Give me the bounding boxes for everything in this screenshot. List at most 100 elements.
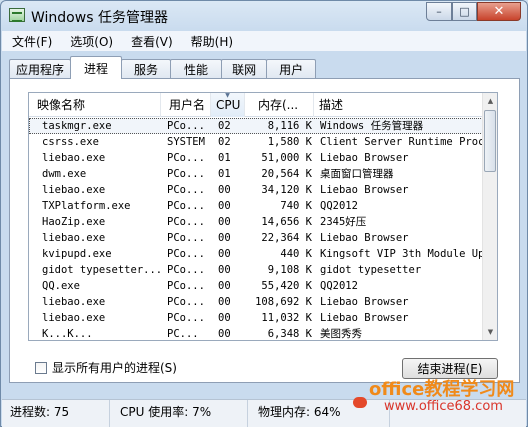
cell-cpu: 00: [218, 328, 231, 340]
cell-image-name: dwm.exe: [42, 168, 87, 180]
menu-help[interactable]: 帮助(H): [191, 33, 233, 50]
close-button[interactable]: ✕: [477, 2, 521, 21]
table-header: 映像名称 用户名 ▼ CPU 内存(... 描述: [29, 93, 483, 117]
menu-options[interactable]: 选项(O): [70, 33, 113, 50]
tab-processes[interactable]: 进程: [70, 56, 123, 79]
cell-user-name: PC...: [167, 328, 199, 340]
process-rows: taskmgr.exe PCo... 02 8,116 K Windows 任务管理器 c…: [29, 118, 483, 340]
tab-services[interactable]: 服务: [121, 59, 172, 79]
cell-cpu: 00: [218, 200, 231, 212]
window-title: Windows 任务管理器: [31, 10, 168, 26]
watermark-url: www.office68.com: [384, 399, 503, 414]
minimize-icon: –: [436, 5, 442, 18]
vertical-scrollbar[interactable]: ▲ ▼: [482, 93, 497, 340]
scroll-thumb[interactable]: [484, 110, 496, 172]
cell-user-name: PCo...: [167, 312, 205, 324]
watermark-logo-icon: [353, 397, 367, 408]
cell-description: Liebao Browser: [320, 312, 409, 324]
cell-memory: 6,348 K: [267, 328, 312, 340]
cell-image-name: K...K...: [42, 328, 93, 340]
show-all-users-checkbox[interactable]: [35, 361, 47, 374]
cell-image-name: liebao.exe: [42, 184, 106, 196]
cell-user-name: PCo...: [167, 264, 205, 276]
column-cpu-label: CPU: [216, 98, 241, 112]
cell-memory: 11,032 K: [261, 312, 312, 324]
table-row[interactable]: gidot typesetter... PCo... 00 9,108 K gidot …: [29, 262, 483, 278]
table-row[interactable]: liebao.exe PCo... 00 11,032 K Liebao Browser: [29, 310, 483, 326]
title-bar[interactable]: Windows 任务管理器 – □ ✕: [1, 1, 527, 31]
menu-bar: 文件(F) 选项(O) 查看(V) 帮助(H): [2, 31, 526, 51]
scroll-down-icon[interactable]: ▼: [483, 324, 497, 340]
cell-memory: 1,580 K: [267, 136, 312, 148]
cell-description: Windows 任务管理器: [320, 120, 424, 132]
cell-description: Liebao Browser: [320, 296, 409, 308]
table-row[interactable]: liebao.exe PCo... 00 22,364 K Liebao Browser: [29, 230, 483, 246]
cell-description: Liebao Browser: [320, 184, 409, 196]
cell-description: Liebao Browser: [320, 232, 409, 244]
cell-image-name: HaoZip.exe: [42, 216, 106, 228]
tab-applications[interactable]: 应用程序: [9, 59, 72, 79]
cell-user-name: PCo...: [167, 216, 205, 228]
cell-memory: 14,656 K: [261, 216, 312, 228]
cell-image-name: liebao.exe: [42, 312, 106, 324]
cell-cpu: 00: [218, 184, 231, 196]
cell-memory: 740 K: [280, 200, 312, 212]
scroll-up-icon[interactable]: ▲: [483, 93, 497, 109]
column-cpu[interactable]: ▼ CPU: [211, 93, 245, 117]
cell-memory: 9,108 K: [267, 264, 312, 276]
table-row[interactable]: dwm.exe PCo... 01 20,564 K 桌面窗口管理器: [29, 166, 483, 182]
column-description[interactable]: 描述: [314, 93, 483, 117]
process-list[interactable]: 映像名称 用户名 ▼ CPU 内存(... 描述 taskmgr.exe PCo.…: [28, 92, 498, 341]
cell-user-name: PCo...: [167, 120, 205, 132]
maximize-button[interactable]: □: [452, 2, 477, 21]
cell-cpu: 01: [218, 152, 231, 164]
cell-description: 2345好压: [320, 216, 367, 228]
tab-users[interactable]: 用户: [266, 59, 317, 79]
cell-cpu: 02: [218, 136, 231, 148]
table-row[interactable]: TXPlatform.exe PCo... 00 740 K QQ2012: [29, 198, 483, 214]
cell-memory: 8,116 K: [267, 120, 312, 132]
cell-cpu: 01: [218, 168, 231, 180]
menu-file[interactable]: 文件(F): [12, 33, 52, 50]
window-controls: – □ ✕: [426, 2, 521, 21]
cell-image-name: liebao.exe: [42, 296, 106, 308]
close-icon: ✕: [493, 4, 505, 19]
minimize-button[interactable]: –: [426, 2, 452, 21]
show-all-users-option[interactable]: 显示所有用户的进程(S): [35, 359, 177, 376]
cell-user-name: PCo...: [167, 152, 205, 164]
table-row[interactable]: csrss.exe SYSTEM 02 1,580 K Client Server Ru…: [29, 134, 483, 150]
cell-image-name: liebao.exe: [42, 152, 106, 164]
cell-user-name: PCo...: [167, 280, 205, 292]
table-row[interactable]: HaoZip.exe PCo... 00 14,656 K 2345好压: [29, 214, 483, 230]
sort-descending-icon: ▼: [225, 93, 230, 99]
column-user-name[interactable]: 用户名: [161, 93, 211, 117]
menu-view[interactable]: 查看(V): [131, 33, 173, 50]
table-row[interactable]: K...K... PC... 00 6,348 K 美图秀秀: [29, 326, 483, 340]
cell-cpu: 00: [218, 280, 231, 292]
table-row[interactable]: liebao.exe PCo... 01 51,000 K Liebao Browser: [29, 150, 483, 166]
cell-memory: 55,420 K: [261, 280, 312, 292]
status-cpu-usage: CPU 使用率: 7%: [112, 400, 248, 427]
tab-networking[interactable]: 联网: [221, 59, 268, 79]
table-row[interactable]: liebao.exe PCo... 00 108,692 K Liebao Browse…: [29, 294, 483, 310]
table-row[interactable]: taskmgr.exe PCo... 02 8,116 K Windows 任务管理器: [29, 118, 483, 134]
table-row[interactable]: liebao.exe PCo... 00 34,120 K Liebao Browser: [29, 182, 483, 198]
cell-cpu: 02: [218, 120, 231, 132]
cell-memory: 22,364 K: [261, 232, 312, 244]
cell-image-name: kvipupd.exe: [42, 248, 112, 260]
tab-performance[interactable]: 性能: [170, 59, 223, 79]
cell-user-name: PCo...: [167, 200, 205, 212]
table-row[interactable]: QQ.exe PCo... 00 55,420 K QQ2012: [29, 278, 483, 294]
cell-user-name: PCo...: [167, 232, 205, 244]
cell-image-name: taskmgr.exe: [42, 120, 112, 132]
table-row[interactable]: kvipupd.exe PCo... 00 440 K Kingsoft VIP 3th…: [29, 246, 483, 262]
column-image-name[interactable]: 映像名称: [29, 93, 161, 117]
column-memory[interactable]: 内存(...: [245, 93, 314, 117]
cell-user-name: PCo...: [167, 184, 205, 196]
cell-user-name: PCo...: [167, 168, 205, 180]
watermark-title: office教程学习网: [369, 379, 515, 400]
cell-cpu: 00: [218, 232, 231, 244]
cell-memory: 34,120 K: [261, 184, 312, 196]
cell-description: Kingsoft VIP 3th Module Upd: [320, 248, 483, 260]
cell-description: 桌面窗口管理器: [320, 168, 394, 180]
